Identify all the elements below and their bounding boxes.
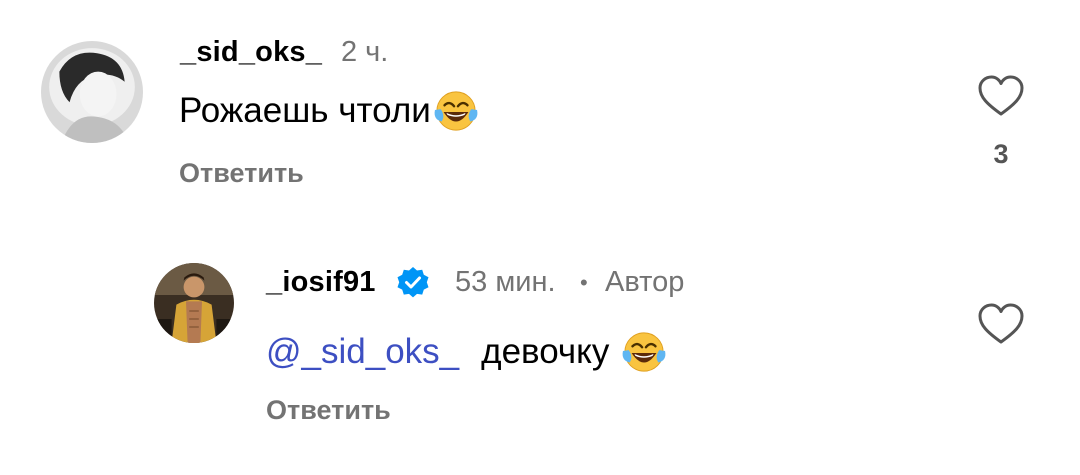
author-label: Автор [605,266,685,298]
mention-link[interactable]: @_sid_oks_ [266,332,459,372]
comment-text: Рожаешь чтоли [179,89,479,133]
comment-body: Рожаешь чтоли [179,91,431,130]
reply-button[interactable]: Ответить [266,395,391,426]
heart-icon [978,75,1024,116]
heart-icon [978,303,1024,344]
avatar[interactable] [41,41,143,143]
like-count: 3 [993,139,1009,169]
reply-button[interactable]: Ответить [179,158,304,189]
comment-body: девочку [481,332,610,371]
face-with-tears-of-joy-icon [621,330,667,374]
comments-thread: _sid_oks_ 2 ч. Рожаешь чтоли Ответить 3 [0,0,1080,475]
comment-timestamp: 2 ч. [341,36,389,68]
verified-badge-icon [396,266,430,300]
avatar[interactable] [154,263,234,343]
separator-dot: • [580,270,588,295]
comment-text: @_sid_oks_ девочку [266,330,667,374]
comment-username[interactable]: _iosif91 [266,266,376,299]
comment-timestamp: 53 мин. [455,266,556,298]
like-button[interactable] [977,74,1025,118]
comment-username[interactable]: _sid_oks_ [180,36,322,69]
like-button[interactable] [977,302,1025,346]
face-with-tears-of-joy-icon [433,89,479,133]
